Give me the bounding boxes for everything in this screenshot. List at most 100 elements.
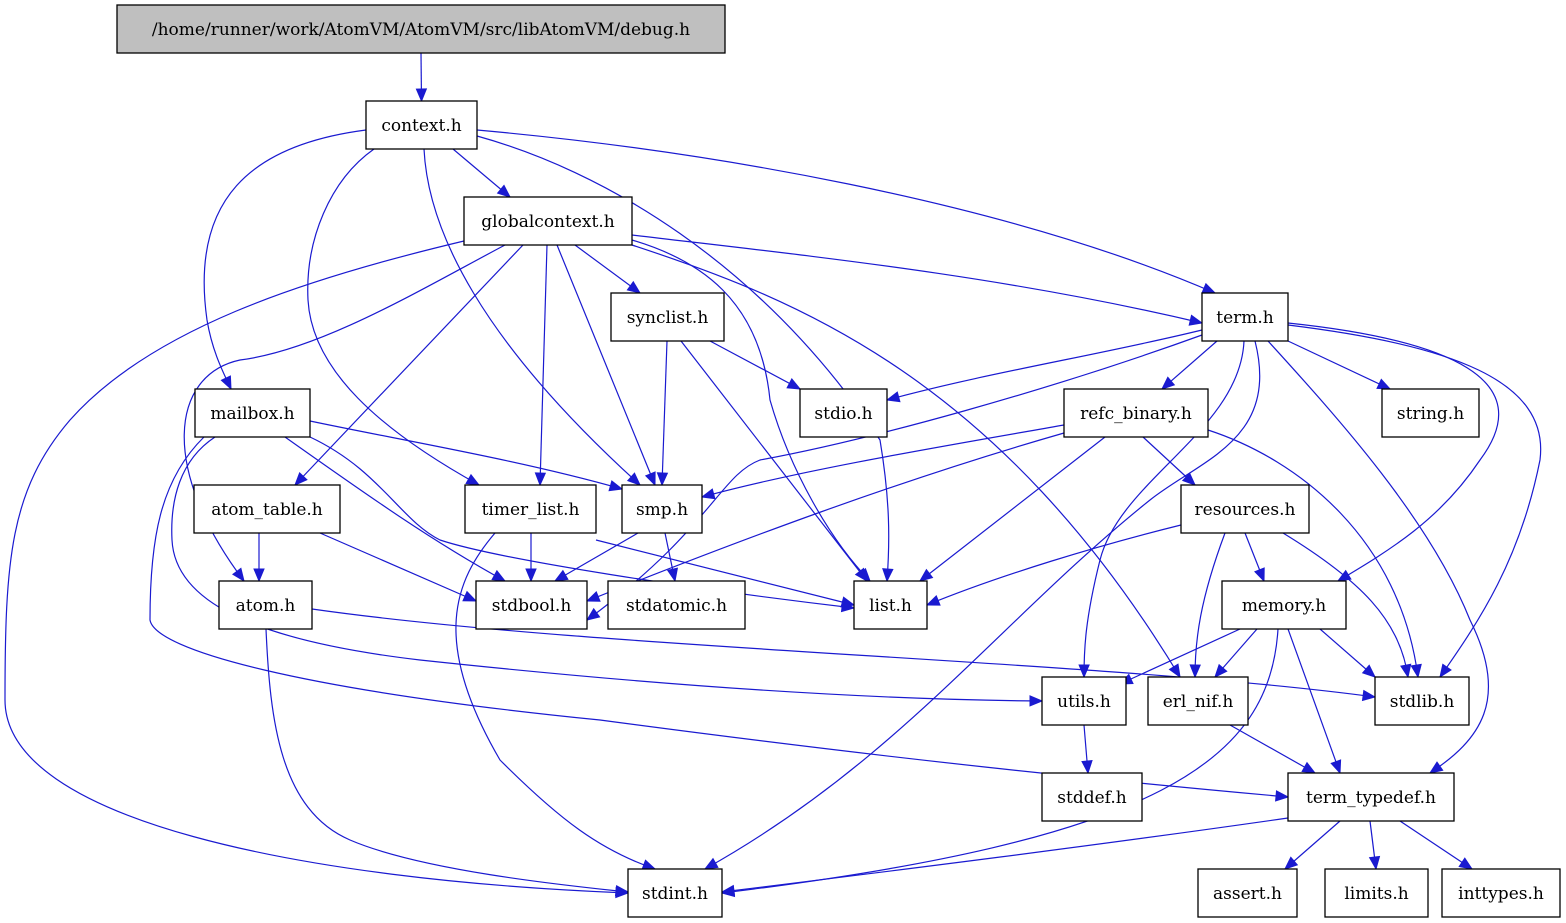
edge-synclist-to-smp (656, 340, 669, 487)
node-context[interactable]: context.h (365, 100, 478, 150)
edge-line (586, 334, 1203, 621)
edge-resources-to-memory (1244, 532, 1265, 583)
edge-line (294, 244, 524, 486)
edge-line (309, 420, 623, 490)
node-stddef[interactable]: stddef.h (1041, 772, 1143, 822)
edge-line (539, 244, 548, 486)
node-label: stdbool.h (492, 596, 572, 616)
node-label: string.h (1397, 404, 1464, 424)
node-label: stdint.h (642, 884, 708, 904)
edge-line (680, 340, 868, 582)
arrowhead-icon (1188, 314, 1204, 326)
edge-line (919, 436, 1106, 582)
edge-globalcontext-to-timer_list (534, 244, 548, 487)
node-stdbool[interactable]: stdbool.h (475, 580, 588, 630)
edge-term-to-string (1287, 340, 1392, 390)
node-inttypes[interactable]: inttypes.h (1441, 868, 1561, 918)
arrowhead-icon (1400, 663, 1412, 679)
node-label: smp.h (636, 500, 688, 520)
node-label: limits.h (1344, 884, 1408, 904)
node-term[interactable]: term.h (1201, 292, 1289, 342)
edge-line (926, 524, 1182, 606)
node-mailbox[interactable]: mailbox.h (194, 388, 311, 438)
node-label: utils.h (1057, 692, 1111, 712)
arrowhead-icon (1189, 664, 1201, 679)
arrowhead-icon (1029, 695, 1044, 707)
arrowhead-icon (918, 568, 934, 582)
arrowhead-icon (703, 857, 719, 870)
arrowhead-icon (253, 568, 265, 583)
arrowhead-icon (1254, 567, 1265, 583)
node-timer-list[interactable]: timer_list.h (464, 484, 597, 534)
edge-smp-to-stdatomic (664, 532, 679, 583)
arrowhead-icon (491, 569, 507, 582)
arrowhead-icon (1081, 760, 1093, 775)
node-label: refc_binary.h (1080, 404, 1192, 424)
edge-line (1287, 628, 1341, 774)
arrowhead-icon (925, 595, 941, 606)
node-assert[interactable]: assert.h (1197, 868, 1298, 918)
node-label: stdio.h (814, 404, 872, 424)
edge-context-to-timer_list (307, 148, 481, 486)
node-utils[interactable]: utils.h (1041, 676, 1127, 726)
node-label: timer_list.h (482, 500, 580, 520)
edge-synclist-to-stdio (709, 340, 802, 390)
node-label: /home/runner/work/AtomVM/AtomVM/src/libA… (152, 20, 690, 40)
node-term-typedef[interactable]: term_typedef.h (1287, 772, 1455, 822)
node-atom-table[interactable]: atom_table.h (193, 484, 341, 534)
edge-resources-to-list (925, 524, 1182, 606)
arrowhead-icon (465, 473, 481, 486)
edge-line (1287, 322, 1500, 582)
arrowhead-icon (1078, 664, 1090, 679)
arrowhead-icon (1428, 761, 1444, 774)
edge-context-to-globalcontext (452, 148, 511, 198)
edge-erl_nif-to-term_typedef (1229, 724, 1317, 774)
arrowhead-icon (1275, 790, 1290, 802)
node-label: memory.h (1242, 596, 1326, 616)
arrowhead-icon (1301, 761, 1317, 774)
node-refc-binary[interactable]: refc_binary.h (1063, 388, 1209, 438)
edge-term-to-stdbool (585, 334, 1203, 621)
arrowhead-icon (656, 472, 669, 487)
arrowhead-icon (885, 391, 901, 403)
node-stdatomic[interactable]: stdatomic.h (607, 580, 746, 630)
arrowhead-icon (1410, 663, 1422, 679)
arrowhead-icon (534, 472, 547, 487)
edge-term-to-refc_binary (1161, 340, 1218, 390)
node-memory[interactable]: memory.h (1221, 580, 1347, 630)
edge-line (307, 148, 480, 486)
node-synclist[interactable]: synclist.h (610, 292, 725, 342)
node-label: atom.h (236, 596, 296, 616)
arrowhead-icon (1376, 378, 1392, 390)
arrowhead-icon (786, 377, 802, 390)
arrowhead-icon (1284, 856, 1299, 870)
arrowhead-icon (840, 596, 856, 608)
edge-synclist-to-list (680, 340, 868, 583)
edge-utils-to-stddef (1081, 724, 1093, 775)
node-stdlib[interactable]: stdlib.h (1374, 676, 1470, 726)
node-limits[interactable]: limits.h (1324, 868, 1429, 918)
node-label: assert.h (1213, 884, 1282, 904)
node-label: inttypes.h (1458, 884, 1544, 904)
arrowhead-icon (1168, 663, 1181, 679)
edge-refc_binary-to-list (918, 436, 1106, 582)
node-stdint[interactable]: stdint.h (627, 868, 723, 918)
edge-globalcontext-to-synclist (574, 244, 642, 294)
include-dependency-graph: /home/runner/work/AtomVM/AtomVM/src/libA… (4, 4, 1561, 918)
edge-term_typedef-to-assert (1284, 820, 1341, 870)
node-string[interactable]: string.h (1381, 388, 1480, 438)
edge-line (1229, 724, 1316, 774)
node-list[interactable]: list.h (853, 580, 928, 630)
node-label: stdlib.h (1390, 692, 1455, 712)
node-stdio[interactable]: stdio.h (799, 388, 888, 438)
edge-mailbox-to-smp (309, 420, 624, 492)
node-erl-nif[interactable]: erl_nif.h (1147, 676, 1249, 726)
node-atom[interactable]: atom.h (218, 580, 313, 630)
node-smp[interactable]: smp.h (621, 484, 703, 534)
arrowhead-icon (641, 859, 657, 871)
edge-term_typedef-to-limits (1368, 820, 1381, 871)
arrowhead-icon (1201, 282, 1217, 294)
node-globalcontext[interactable]: globalcontext.h (463, 196, 633, 246)
node-resources[interactable]: resources.h (1180, 484, 1310, 534)
edge-memory-to-erl_nif (1214, 628, 1258, 678)
